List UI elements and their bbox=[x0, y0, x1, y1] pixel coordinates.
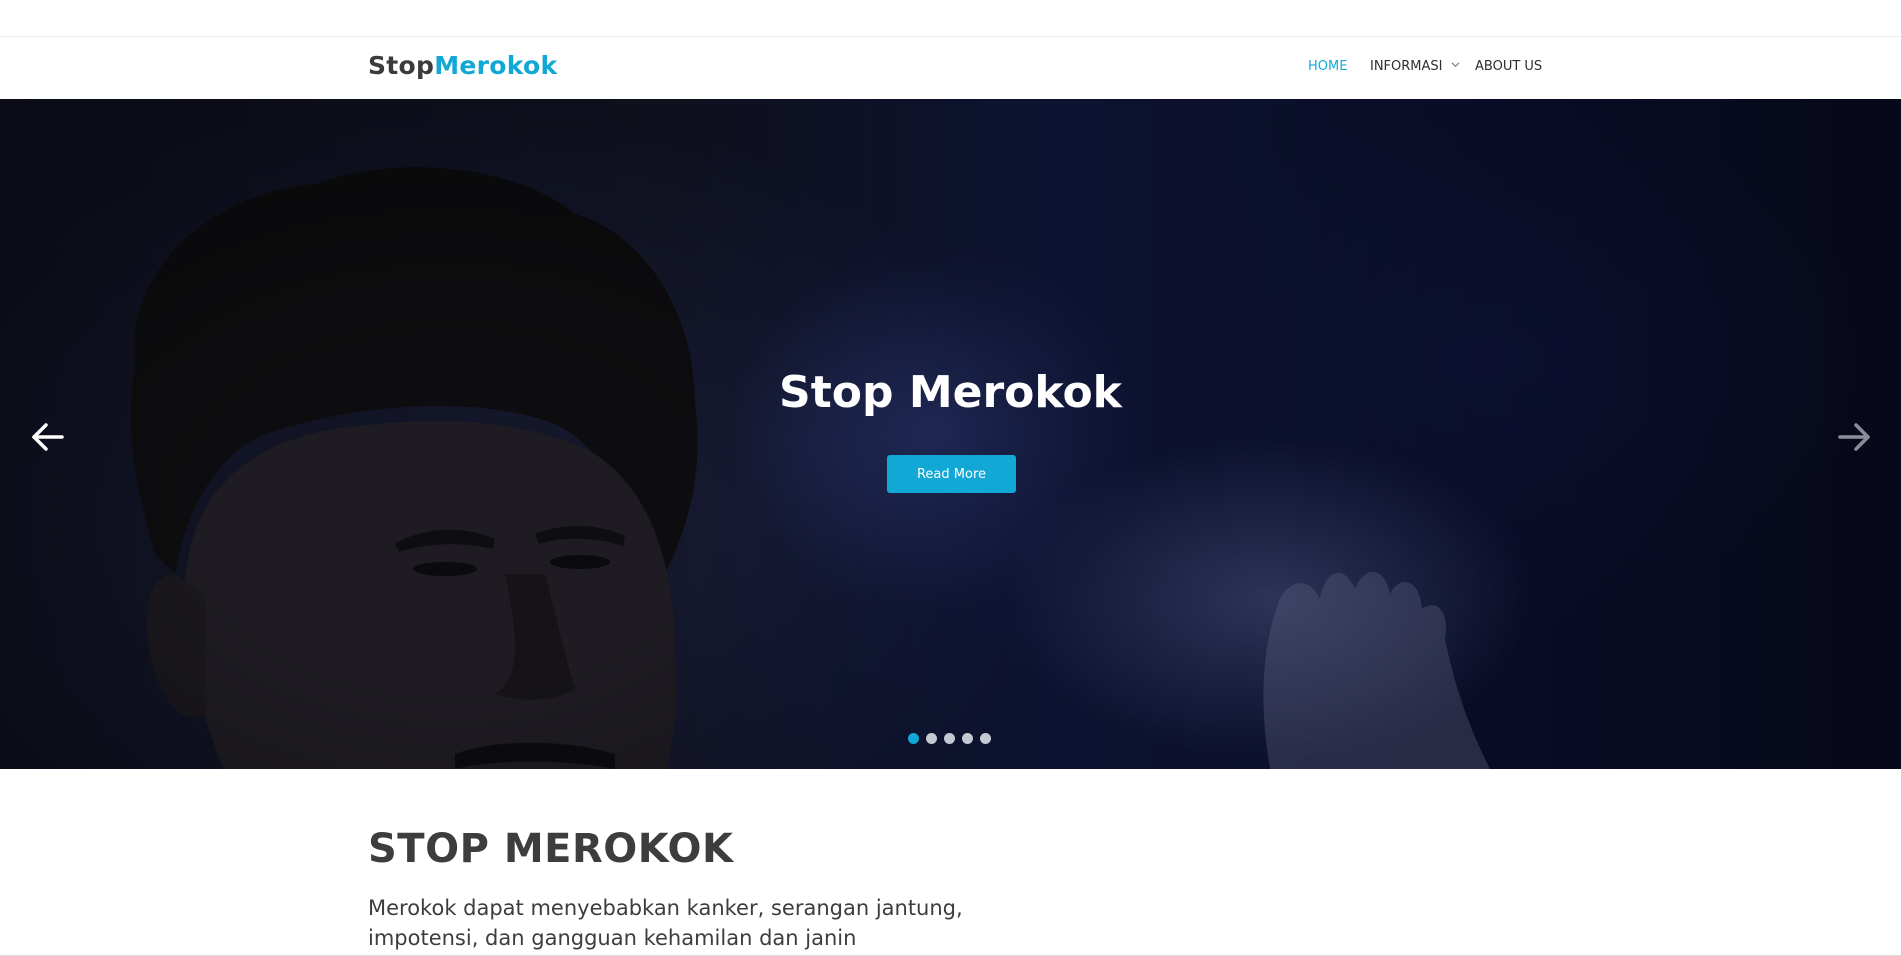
nav-informasi[interactable]: INFORMASI bbox=[1370, 59, 1460, 74]
hero-shade bbox=[0, 99, 1901, 769]
read-more-button[interactable]: Read More bbox=[887, 455, 1016, 493]
brand-part-2: Merokok bbox=[434, 51, 558, 80]
top-strip bbox=[0, 0, 1901, 37]
nav-home[interactable]: HOME bbox=[1308, 59, 1347, 74]
hero-title: Stop Merokok bbox=[779, 367, 1122, 418]
carousel-dot-2[interactable] bbox=[926, 733, 937, 744]
chevron-down-icon bbox=[1451, 62, 1460, 68]
hero-carousel: Stop Merokok Read More bbox=[0, 99, 1901, 769]
carousel-dot-3[interactable] bbox=[944, 733, 955, 744]
brand-part-1: Stop bbox=[368, 51, 435, 80]
carousel-dot-5[interactable] bbox=[980, 733, 991, 744]
brand-logo[interactable]: StopMerokok bbox=[368, 51, 557, 80]
carousel-dot-4[interactable] bbox=[962, 733, 973, 744]
navbar: StopMerokok HOME INFORMASI ABOUT US bbox=[0, 37, 1901, 99]
section-title: STOP MEROKOK bbox=[368, 826, 734, 872]
arrow-left-icon[interactable] bbox=[28, 417, 68, 457]
section-text: Merokok dapat menyebabkan kanker, serang… bbox=[368, 896, 963, 950]
nav-informasi-label: INFORMASI bbox=[1370, 59, 1443, 74]
carousel-dot-1[interactable] bbox=[908, 733, 919, 744]
arrow-right-icon[interactable] bbox=[1834, 417, 1874, 457]
nav-about-us[interactable]: ABOUT US bbox=[1475, 59, 1542, 74]
